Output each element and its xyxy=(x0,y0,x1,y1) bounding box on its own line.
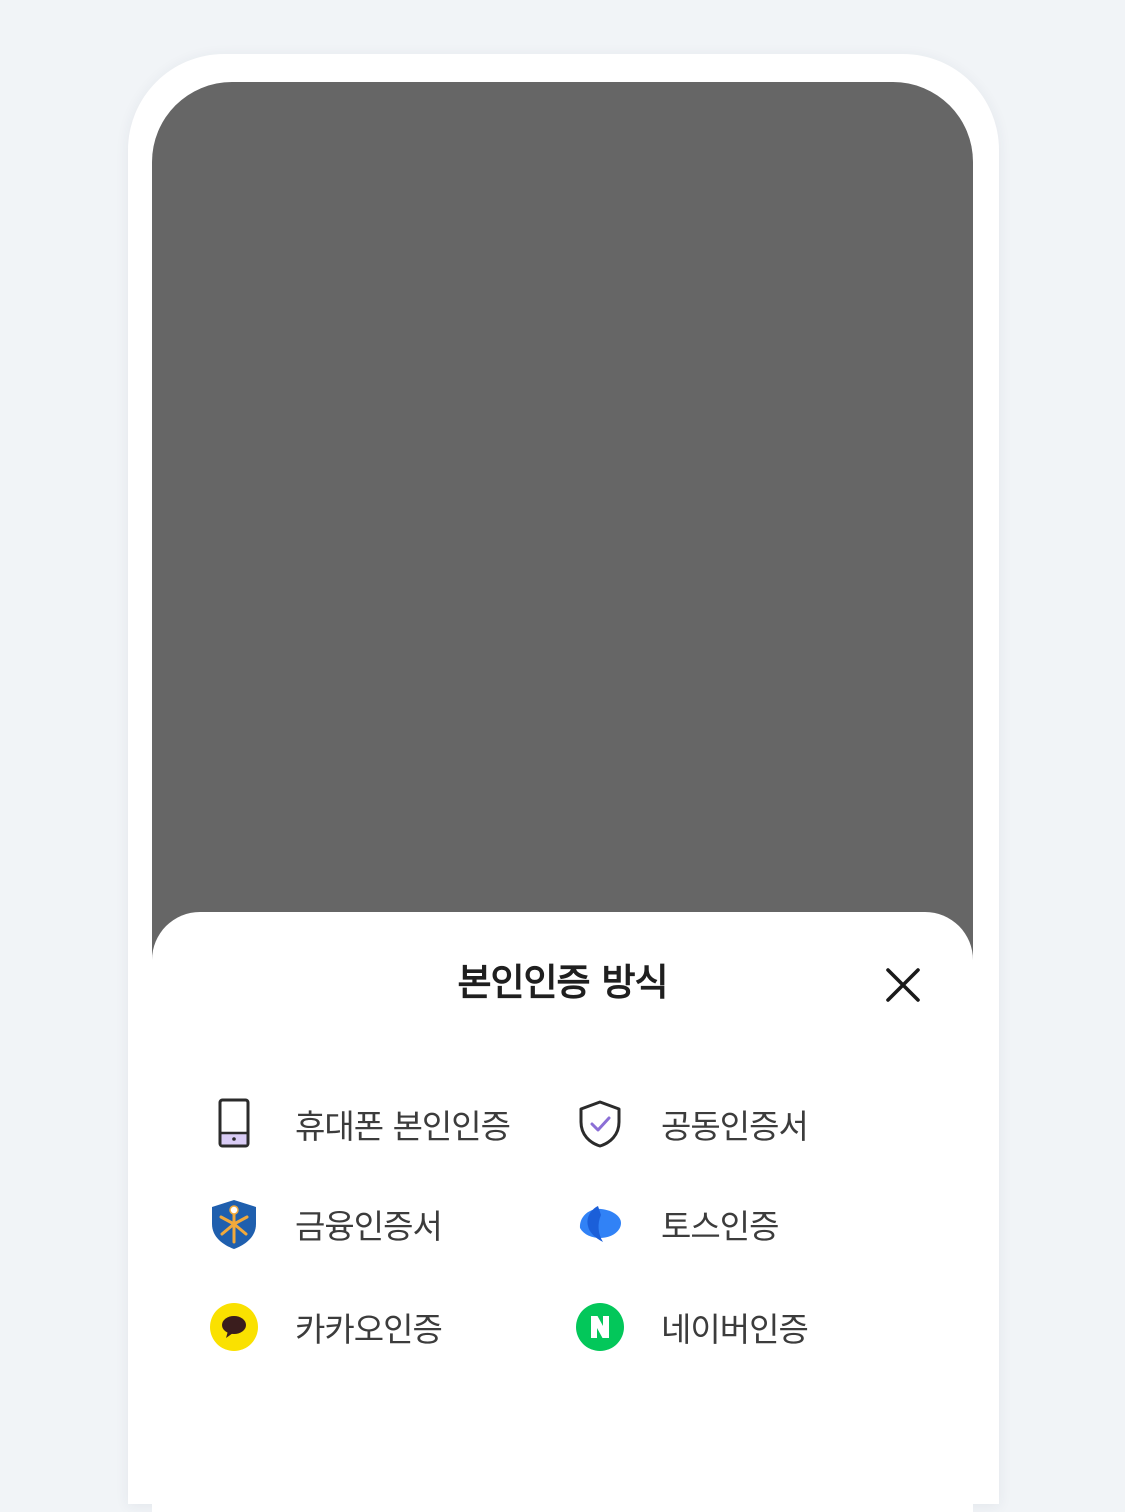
option-label: 휴대폰 본인인증 xyxy=(295,1107,511,1146)
option-label: 공동인증서 xyxy=(661,1107,809,1146)
option-label: 카카오인증 xyxy=(295,1310,443,1349)
sheet-title: 본인인증 방식 xyxy=(457,961,668,1004)
option-kakao-auth[interactable]: 카카오인증 xyxy=(208,1295,443,1359)
option-naver-auth[interactable]: 네이버인증 xyxy=(574,1295,809,1359)
phone-frame: 본인인증 방식 휴대폰 본인인증 공동인증서 금융인증서 토스인증 카카오인증 … xyxy=(128,54,999,1512)
shield-check-icon xyxy=(574,1098,626,1150)
naver-icon xyxy=(574,1301,626,1353)
close-button[interactable] xyxy=(876,958,930,1012)
option-phone-auth[interactable]: 휴대폰 본인인증 xyxy=(208,1092,511,1156)
option-label: 토스인증 xyxy=(661,1207,779,1246)
option-toss-auth[interactable]: 토스인증 xyxy=(574,1192,779,1256)
toss-icon xyxy=(574,1198,626,1250)
option-label: 금융인증서 xyxy=(295,1207,443,1246)
option-label: 네이버인증 xyxy=(661,1310,809,1349)
option-finance-certificate[interactable]: 금융인증서 xyxy=(208,1192,443,1256)
close-icon xyxy=(886,968,920,1002)
finance-cert-icon xyxy=(208,1198,260,1250)
kakao-icon xyxy=(208,1301,260,1353)
screen-dim-overlay[interactable]: 본인인증 방식 휴대폰 본인인증 공동인증서 금융인증서 토스인증 카카오인증 … xyxy=(152,82,973,1512)
option-joint-certificate[interactable]: 공동인증서 xyxy=(574,1092,809,1156)
phone-icon xyxy=(208,1098,260,1150)
auth-method-bottom-sheet: 본인인증 방식 휴대폰 본인인증 공동인증서 금융인증서 토스인증 카카오인증 … xyxy=(152,912,973,1512)
